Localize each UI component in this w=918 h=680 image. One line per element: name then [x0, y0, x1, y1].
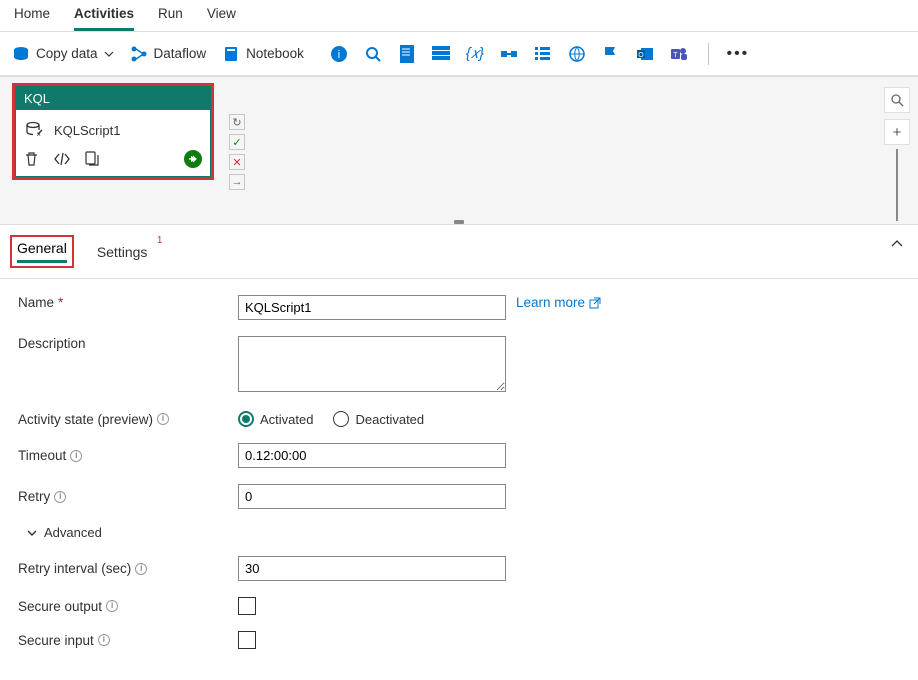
secure-input-checkbox[interactable] [238, 631, 256, 649]
info-icon[interactable]: i [54, 491, 66, 503]
info-icon[interactable]: i [70, 450, 82, 462]
dataflow-icon [130, 45, 148, 63]
canvas-scrollbar[interactable] [896, 149, 898, 221]
timeout-label: Timeout [18, 448, 66, 463]
name-input[interactable] [238, 295, 506, 320]
info-icon[interactable]: i [135, 563, 147, 575]
flag-icon[interactable] [602, 45, 620, 63]
code-icon[interactable] [53, 152, 71, 166]
secure-output-checkbox[interactable] [238, 597, 256, 615]
run-icon[interactable] [184, 150, 202, 168]
secure-input-label: Secure input [18, 633, 94, 648]
notebook-button[interactable]: Notebook [222, 45, 304, 63]
info-icon[interactable]: i [106, 600, 118, 612]
port-success[interactable]: ✓ [229, 134, 245, 150]
info-icon[interactable]: i [330, 45, 348, 63]
tab-settings[interactable]: Settings 1 [92, 241, 153, 263]
chevron-down-icon [104, 49, 114, 59]
required-indicator: * [58, 295, 63, 310]
tab-general-label: General [17, 240, 67, 256]
timeout-input[interactable] [238, 443, 506, 468]
description-input[interactable] [238, 336, 506, 392]
copy-data-label: Copy data [36, 46, 98, 61]
port-refresh[interactable]: ↻ [229, 114, 245, 130]
variable-icon[interactable]: {𝑥} [466, 45, 484, 63]
canvas-search-button[interactable] [884, 87, 910, 113]
radio-activated[interactable]: Activated [238, 411, 313, 427]
tab-view[interactable]: View [207, 6, 236, 31]
toolbar-divider [708, 43, 709, 65]
tab-general[interactable]: General [10, 235, 74, 268]
retry-interval-input[interactable] [238, 556, 506, 581]
name-label: Name [18, 295, 54, 310]
retry-input[interactable] [238, 484, 506, 509]
chevron-down-icon [26, 527, 38, 539]
notebook-icon [222, 45, 240, 63]
tab-activities[interactable]: Activities [74, 6, 134, 31]
activity-state-label: Activity state (preview) [18, 412, 153, 427]
activity-node-type: KQL [16, 87, 210, 110]
script-icon[interactable] [398, 45, 416, 63]
globe-icon[interactable] [568, 45, 586, 63]
node-ports: ↻ ✓ ✕ → [229, 114, 245, 190]
activity-node[interactable]: KQL KQLScript1 [15, 86, 211, 177]
description-label: Description [18, 336, 86, 351]
advanced-label: Advanced [44, 525, 102, 540]
advanced-toggle[interactable]: Advanced [26, 525, 900, 540]
external-link-icon [589, 297, 601, 309]
retry-interval-label: Retry interval (sec) [18, 561, 131, 576]
outlook-icon[interactable]: O [636, 45, 654, 63]
dataflow-label: Dataflow [154, 46, 207, 61]
copy-icon[interactable] [85, 151, 99, 167]
pipeline-icon[interactable] [500, 45, 518, 63]
toolbar: Copy data Dataflow Notebook i {𝑥} O T ••… [0, 32, 918, 76]
svg-text:T: T [673, 52, 678, 59]
learn-more-label: Learn more [516, 295, 585, 310]
secure-output-label: Secure output [18, 599, 102, 614]
info-icon[interactable]: i [98, 634, 110, 646]
dataflow-button[interactable]: Dataflow [130, 45, 207, 63]
tab-settings-label: Settings [97, 244, 148, 260]
svg-text:O: O [638, 52, 644, 59]
activity-node-highlight: KQL KQLScript1 ↻ ✓ ✕ → [12, 83, 214, 180]
info-icon[interactable]: i [157, 413, 169, 425]
learn-more-link[interactable]: Learn more [516, 295, 601, 310]
canvas-add-button[interactable]: + [884, 119, 910, 145]
radio-activated-label: Activated [260, 412, 313, 427]
canvas[interactable]: KQL KQLScript1 ↻ ✓ ✕ → + [0, 76, 918, 224]
database-icon [12, 45, 30, 63]
activity-node-title: KQLScript1 [54, 123, 120, 138]
top-tab-bar: Home Activities Run View [0, 0, 918, 32]
delete-icon[interactable] [24, 151, 39, 167]
list-icon[interactable] [534, 45, 552, 63]
notebook-label: Notebook [246, 46, 304, 61]
collapse-pane-button[interactable] [890, 237, 904, 251]
radio-deactivated[interactable]: Deactivated [333, 411, 424, 427]
search-icon[interactable] [364, 45, 382, 63]
radio-deactivated-label: Deactivated [355, 412, 424, 427]
table-icon[interactable] [432, 45, 450, 63]
retry-label: Retry [18, 489, 50, 504]
teams-icon[interactable]: T [670, 45, 688, 63]
properties-pane: General Settings 1 Name * Learn more [0, 224, 918, 659]
kql-icon [24, 120, 44, 140]
tab-settings-badge: 1 [157, 235, 163, 246]
port-completion[interactable]: → [229, 174, 245, 190]
tab-home[interactable]: Home [14, 6, 50, 31]
svg-text:i: i [338, 49, 340, 61]
port-failure[interactable]: ✕ [229, 154, 245, 170]
tab-run[interactable]: Run [158, 6, 183, 31]
more-button[interactable]: ••• [729, 45, 747, 63]
copy-data-button[interactable]: Copy data [12, 45, 114, 63]
